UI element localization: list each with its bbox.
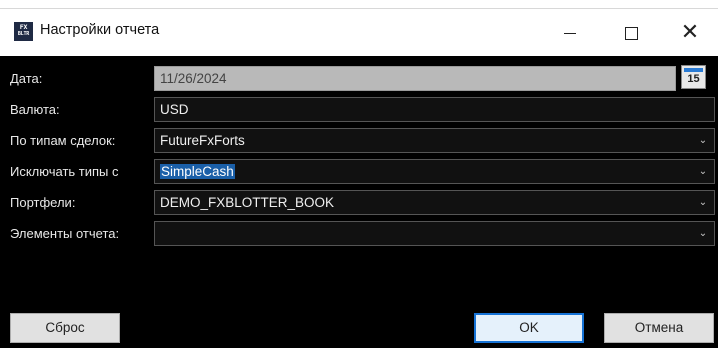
currency-field[interactable]: USD [154,97,715,122]
cancel-button[interactable]: Отмена [604,313,714,343]
deal-types-select[interactable]: FutureFxForts ⌄ [154,128,715,153]
maximize-button[interactable] [607,13,655,51]
calendar-day: 15 [687,73,700,85]
deal-types-value: FutureFxForts [160,133,245,148]
window-title: Настройки отчета [40,22,160,38]
logo-text-top: FX [19,23,28,31]
portfolios-select[interactable]: DEMO_FXBLOTTER_BOOK ⌄ [154,190,715,215]
calendar-button[interactable]: 15 [681,65,706,89]
exclude-types-label: Исключать типы с [10,164,119,179]
exclude-types-value: SimpleCash [160,164,235,179]
date-field[interactable]: 11/26/2024 [154,66,676,91]
chevron-down-icon[interactable]: ⌄ [692,191,714,214]
minimize-button[interactable] [546,13,594,51]
report-settings-window: FX BLTR Настройки отчета ✕ Дата: 11/26/2… [0,8,718,348]
close-icon: ✕ [680,19,700,44]
chevron-down-icon[interactable]: ⌄ [692,129,714,152]
currency-label: Валюта: [10,102,60,117]
report-elements-label: Элементы отчета: [10,226,120,241]
maximize-icon [624,26,638,40]
exclude-types-select[interactable]: SimpleCash ⌄ [154,159,715,184]
form-area: Дата: 11/26/2024 15 Валюта: USD По типам… [0,56,718,348]
report-elements-select[interactable]: ⌄ [154,221,715,246]
date-label: Дата: [10,71,43,86]
reset-button[interactable]: Сброс [10,313,120,343]
app-logo-icon: FX BLTR [14,22,33,41]
deal-types-label: По типам сделок: [10,133,116,148]
logo-text-bottom: BLTR [17,31,30,37]
close-button[interactable]: ✕ [666,13,714,51]
calendar-icon [684,68,703,72]
portfolios-value: DEMO_FXBLOTTER_BOOK [160,195,335,210]
minimize-icon [564,32,576,34]
chevron-down-icon[interactable]: ⌄ [692,222,714,245]
portfolios-label: Портфели: [10,195,76,210]
chevron-down-icon[interactable]: ⌄ [692,160,714,183]
ok-button[interactable]: OK [474,313,584,343]
title-bar[interactable]: FX BLTR Настройки отчета ✕ [0,9,718,55]
